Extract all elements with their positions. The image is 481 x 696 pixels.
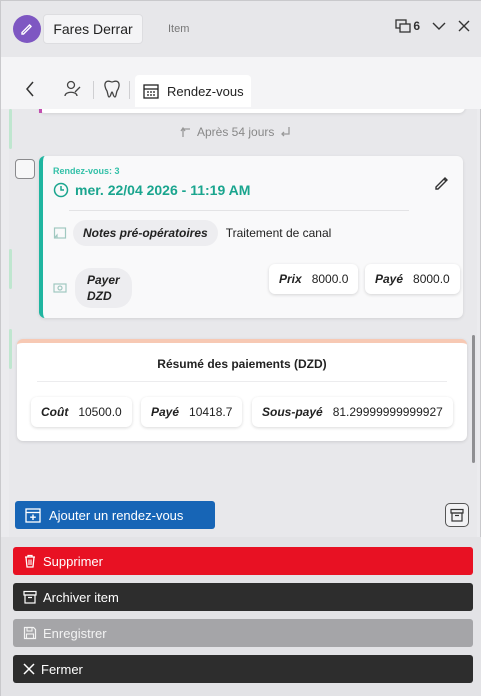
tab-label: Rendez-vous — [167, 83, 244, 99]
corner-return-icon — [281, 127, 291, 137]
timeline-strip — [9, 249, 12, 289]
window-controls: 6 — [395, 19, 470, 33]
archive-box-button[interactable] — [445, 503, 469, 527]
pencil-edit-icon[interactable] — [433, 174, 451, 192]
paid-box: Payé 8000.0 — [365, 264, 460, 294]
cash-icon — [53, 283, 67, 293]
windows-stack-icon — [395, 19, 411, 33]
add-appointment-label: Ajouter un rendez-vous — [49, 507, 184, 523]
tab-rendez-vous[interactable]: Rendez-vous — [135, 75, 251, 107]
tab-separator — [129, 81, 130, 99]
timeline-strip — [9, 109, 12, 149]
paid-value: 8000.0 — [413, 272, 450, 286]
save-button[interactable]: Enregistrer — [13, 619, 473, 647]
note-icon — [53, 227, 67, 239]
interval-label: Après 54 jours — [179, 125, 292, 139]
archive-icon — [23, 590, 37, 604]
appointment-checkbox[interactable] — [15, 159, 35, 179]
back-arrow-icon[interactable] — [25, 81, 35, 97]
underpaid-value: 81.29999999999927 — [332, 405, 443, 419]
close-button[interactable]: Fermer — [13, 655, 473, 683]
underpaid-label: Sous-payé — [262, 405, 323, 419]
corner-arrow-icon — [180, 126, 190, 137]
add-appointment-button[interactable]: Ajouter un rendez-vous — [15, 501, 215, 529]
price-label: Prix — [279, 272, 302, 286]
clock-icon — [53, 182, 69, 198]
window: Fares Derrar Item 6 Rendez-vous Après 54… — [0, 0, 481, 696]
tab-separator — [93, 81, 94, 99]
close-icon[interactable] — [458, 20, 470, 32]
windows-count-label: 6 — [413, 19, 420, 33]
save-disk-icon — [23, 626, 37, 640]
patient-name-chip[interactable]: Fares Derrar — [43, 14, 143, 44]
item-label: Item — [168, 23, 190, 35]
summary-title: Résumé des paiements (DZD) — [157, 357, 327, 371]
tooth-icon[interactable] — [103, 79, 121, 99]
cost-value: 10500.0 — [78, 405, 122, 419]
timeline-strip — [9, 329, 12, 369]
appointment-datetime: mer. 22/04 2026 - 11:19 AM — [53, 182, 250, 198]
pay-label: Payer DZD — [75, 268, 132, 308]
archive-item-button[interactable]: Archiver item — [13, 583, 473, 611]
price-box: Prix 8000.0 — [269, 264, 359, 294]
notes-label: Notes pré-opératoires — [73, 220, 218, 246]
delete-button[interactable]: Supprimer — [13, 547, 473, 575]
calendar-add-icon — [25, 508, 41, 523]
calendar-icon — [143, 84, 159, 99]
summary-paid-box: Payé 10418.7 — [141, 397, 243, 427]
summary-paid-value: 10418.7 — [189, 405, 233, 419]
archive-box-icon — [450, 508, 464, 522]
summary-paid-label: Payé — [151, 405, 180, 419]
action-bar: Supprimer Archiver item Enregistrer Ferm… — [1, 537, 481, 696]
scrollbar[interactable] — [472, 335, 475, 463]
close-x-icon — [23, 663, 35, 675]
trash-icon — [25, 554, 35, 568]
title-bar: Fares Derrar Item 6 — [1, 1, 481, 57]
divider — [37, 381, 447, 382]
payment-summary-card: Résumé des paiements (DZD) Coût 10500.0 … — [17, 339, 467, 441]
user-link-icon[interactable] — [63, 79, 83, 99]
tabs-bar: Rendez-vous — [1, 57, 481, 109]
price-value: 8000.0 — [311, 272, 349, 286]
notes-row: Notes pré-opératoires Traitement de cana… — [53, 220, 331, 246]
edit-badge-icon[interactable] — [13, 15, 41, 43]
windows-count[interactable]: 6 — [395, 19, 420, 33]
cost-label: Coût — [41, 405, 69, 419]
paid-label: Payé — [375, 272, 404, 286]
cost-box: Coût 10500.0 — [31, 397, 132, 427]
chevron-down-icon[interactable] — [432, 21, 446, 31]
underpaid-box: Sous-payé 81.29999999999927 — [252, 397, 453, 427]
appointments-panel: Après 54 jours Rendez-vous: 3 mer. 22/04… — [9, 109, 477, 537]
previous-appointment-card — [39, 109, 465, 113]
notes-value: Traitement de canal — [225, 226, 332, 240]
appointment-number: Rendez-vous: 3 — [53, 166, 120, 176]
payment-row: Payer DZD — [53, 268, 132, 308]
appointment-card: Rendez-vous: 3 mer. 22/04 2026 - 11:19 A… — [39, 156, 463, 318]
divider — [69, 210, 409, 211]
